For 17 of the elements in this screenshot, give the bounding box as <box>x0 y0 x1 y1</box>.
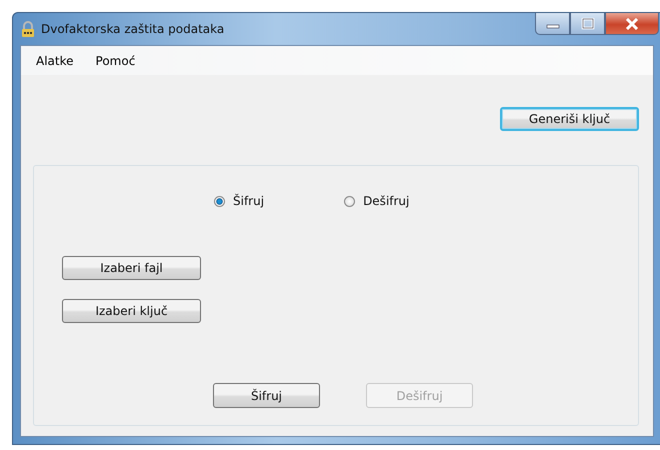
generate-key-button[interactable]: Generiši ključ <box>500 107 639 131</box>
radio-button[interactable] <box>344 196 356 206</box>
button[interactable]: Izaberi fajl <box>62 256 201 280</box>
menu-item[interactable]: Pomoć <box>94 54 136 68</box>
button[interactable]: Izaberi ključ <box>62 299 201 323</box>
minimize-button[interactable] <box>535 13 570 35</box>
padlock-icon <box>21 21 35 37</box>
close-icon <box>624 18 640 30</box>
maximize-button[interactable] <box>570 13 605 35</box>
button[interactable]: Šifruj <box>213 383 320 408</box>
maximize-icon <box>580 18 594 30</box>
radio-label[interactable]: Dešifruj <box>363 194 410 208</box>
radio-label[interactable]: Šifruj <box>233 194 264 208</box>
radio-button[interactable] <box>214 196 225 206</box>
window-title: Dvofaktorska zaštita podataka <box>41 22 224 36</box>
close-button[interactable] <box>605 13 659 35</box>
menu-item[interactable]: Alatke <box>35 54 75 68</box>
